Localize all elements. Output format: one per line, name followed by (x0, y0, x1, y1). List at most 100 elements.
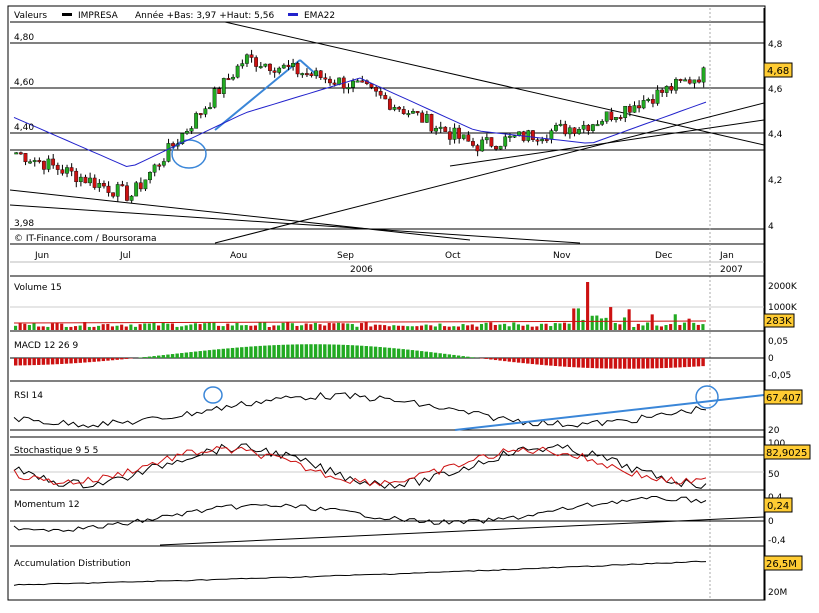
momentum-title: Momentum 12 (14, 500, 80, 510)
candle-up (263, 63, 268, 67)
candle-up (540, 139, 545, 142)
volume-bar (346, 323, 350, 330)
macd-bar (267, 345, 272, 358)
rsi-line (13, 392, 707, 428)
volume-bar (87, 326, 91, 330)
macd-bar (447, 354, 452, 358)
macd-bar (300, 344, 304, 358)
month-label: Dec (655, 251, 672, 261)
volume-bar (456, 326, 460, 330)
stoch-tick: 50 (768, 470, 780, 480)
volume-bar (489, 322, 493, 330)
macd-bar (669, 358, 673, 368)
macd-bar (249, 346, 253, 358)
candle-down (92, 177, 97, 188)
macd-bar (516, 358, 521, 363)
macd-bar (50, 358, 55, 365)
macd-bar (410, 350, 415, 358)
volume-panel: Volume 15 2000K 1000K 283K (10, 282, 798, 332)
candle-up (392, 107, 397, 110)
macd-bar (618, 358, 622, 369)
volume-bar (27, 325, 31, 330)
macd-bar (23, 358, 27, 366)
macd-bar (69, 358, 73, 364)
macd-title: MACD 12 26 9 (14, 341, 78, 351)
volume-bar (503, 323, 507, 330)
macd-bar (276, 344, 281, 358)
volume-bar (470, 324, 474, 330)
macd-tick: 0 (768, 354, 774, 364)
macd-tick: 0,05 (768, 337, 788, 347)
stochastic-d-line (13, 446, 707, 487)
volume-bar (396, 325, 401, 330)
candle-down (309, 73, 314, 76)
candle-up (655, 89, 660, 104)
candle-down (198, 113, 203, 116)
volume-bar (479, 323, 484, 330)
volume-bar (650, 314, 654, 330)
macd-bar (290, 344, 295, 358)
candle-down (37, 160, 42, 163)
volume-bar (41, 326, 45, 330)
volume-bar (521, 325, 525, 330)
volume-bar (203, 323, 207, 330)
candle-up (208, 107, 212, 110)
volume-bar (138, 324, 142, 330)
momentum-line (13, 496, 707, 532)
macd-bar (152, 356, 156, 358)
volume-bar (609, 307, 613, 330)
macd-bar (18, 358, 23, 366)
volume-bar (443, 326, 447, 330)
candle-up (129, 195, 134, 201)
candle-down (74, 170, 79, 183)
candle-up (291, 62, 295, 67)
volume-bar (152, 322, 156, 330)
candle-up (604, 111, 609, 122)
macd-bar (682, 358, 687, 368)
candle-down (60, 169, 65, 174)
candle-down (106, 185, 111, 193)
left-tick: 4,80 (14, 33, 34, 43)
candle-up (46, 158, 51, 170)
candle-up (646, 99, 651, 101)
candle-up (434, 127, 438, 132)
candle-down (678, 79, 683, 81)
candle-down (660, 89, 664, 93)
candle-down (429, 114, 434, 132)
candle-down (41, 160, 46, 170)
macd-bar (203, 350, 207, 358)
volume-tick: 1000K (768, 303, 798, 313)
volume-bar (419, 325, 424, 330)
volume-title: Volume 15 (14, 283, 62, 293)
volume-bar (64, 326, 68, 330)
candle-up (143, 179, 148, 190)
volume-bar (253, 325, 258, 330)
candle-up (632, 105, 637, 113)
volume-bar (544, 323, 548, 330)
volume-bar (69, 326, 73, 330)
left-tick: 4,40 (14, 123, 34, 133)
right-tick: 4 (768, 222, 774, 232)
macd-bar (609, 358, 613, 369)
candle-up (590, 124, 595, 131)
macd-bar (558, 358, 562, 367)
volume-bar (530, 326, 534, 330)
macd-bar (673, 358, 678, 368)
volume-bar (175, 326, 179, 330)
candle-up (212, 88, 217, 108)
macd-bar (530, 358, 535, 365)
macd-bar (419, 351, 424, 358)
macd-bar (332, 344, 336, 358)
volume-bar (143, 323, 147, 330)
candle-down (609, 111, 614, 120)
macd-bar (655, 358, 659, 369)
macd-bar (636, 358, 641, 369)
macd-bar (581, 358, 585, 368)
volume-bar (147, 323, 151, 330)
volume-bar (410, 326, 414, 330)
volume-bar (360, 323, 364, 330)
candle-up (484, 137, 489, 141)
volume-bar (636, 323, 640, 330)
volume-bar (78, 325, 82, 330)
macd-bar (37, 358, 41, 365)
